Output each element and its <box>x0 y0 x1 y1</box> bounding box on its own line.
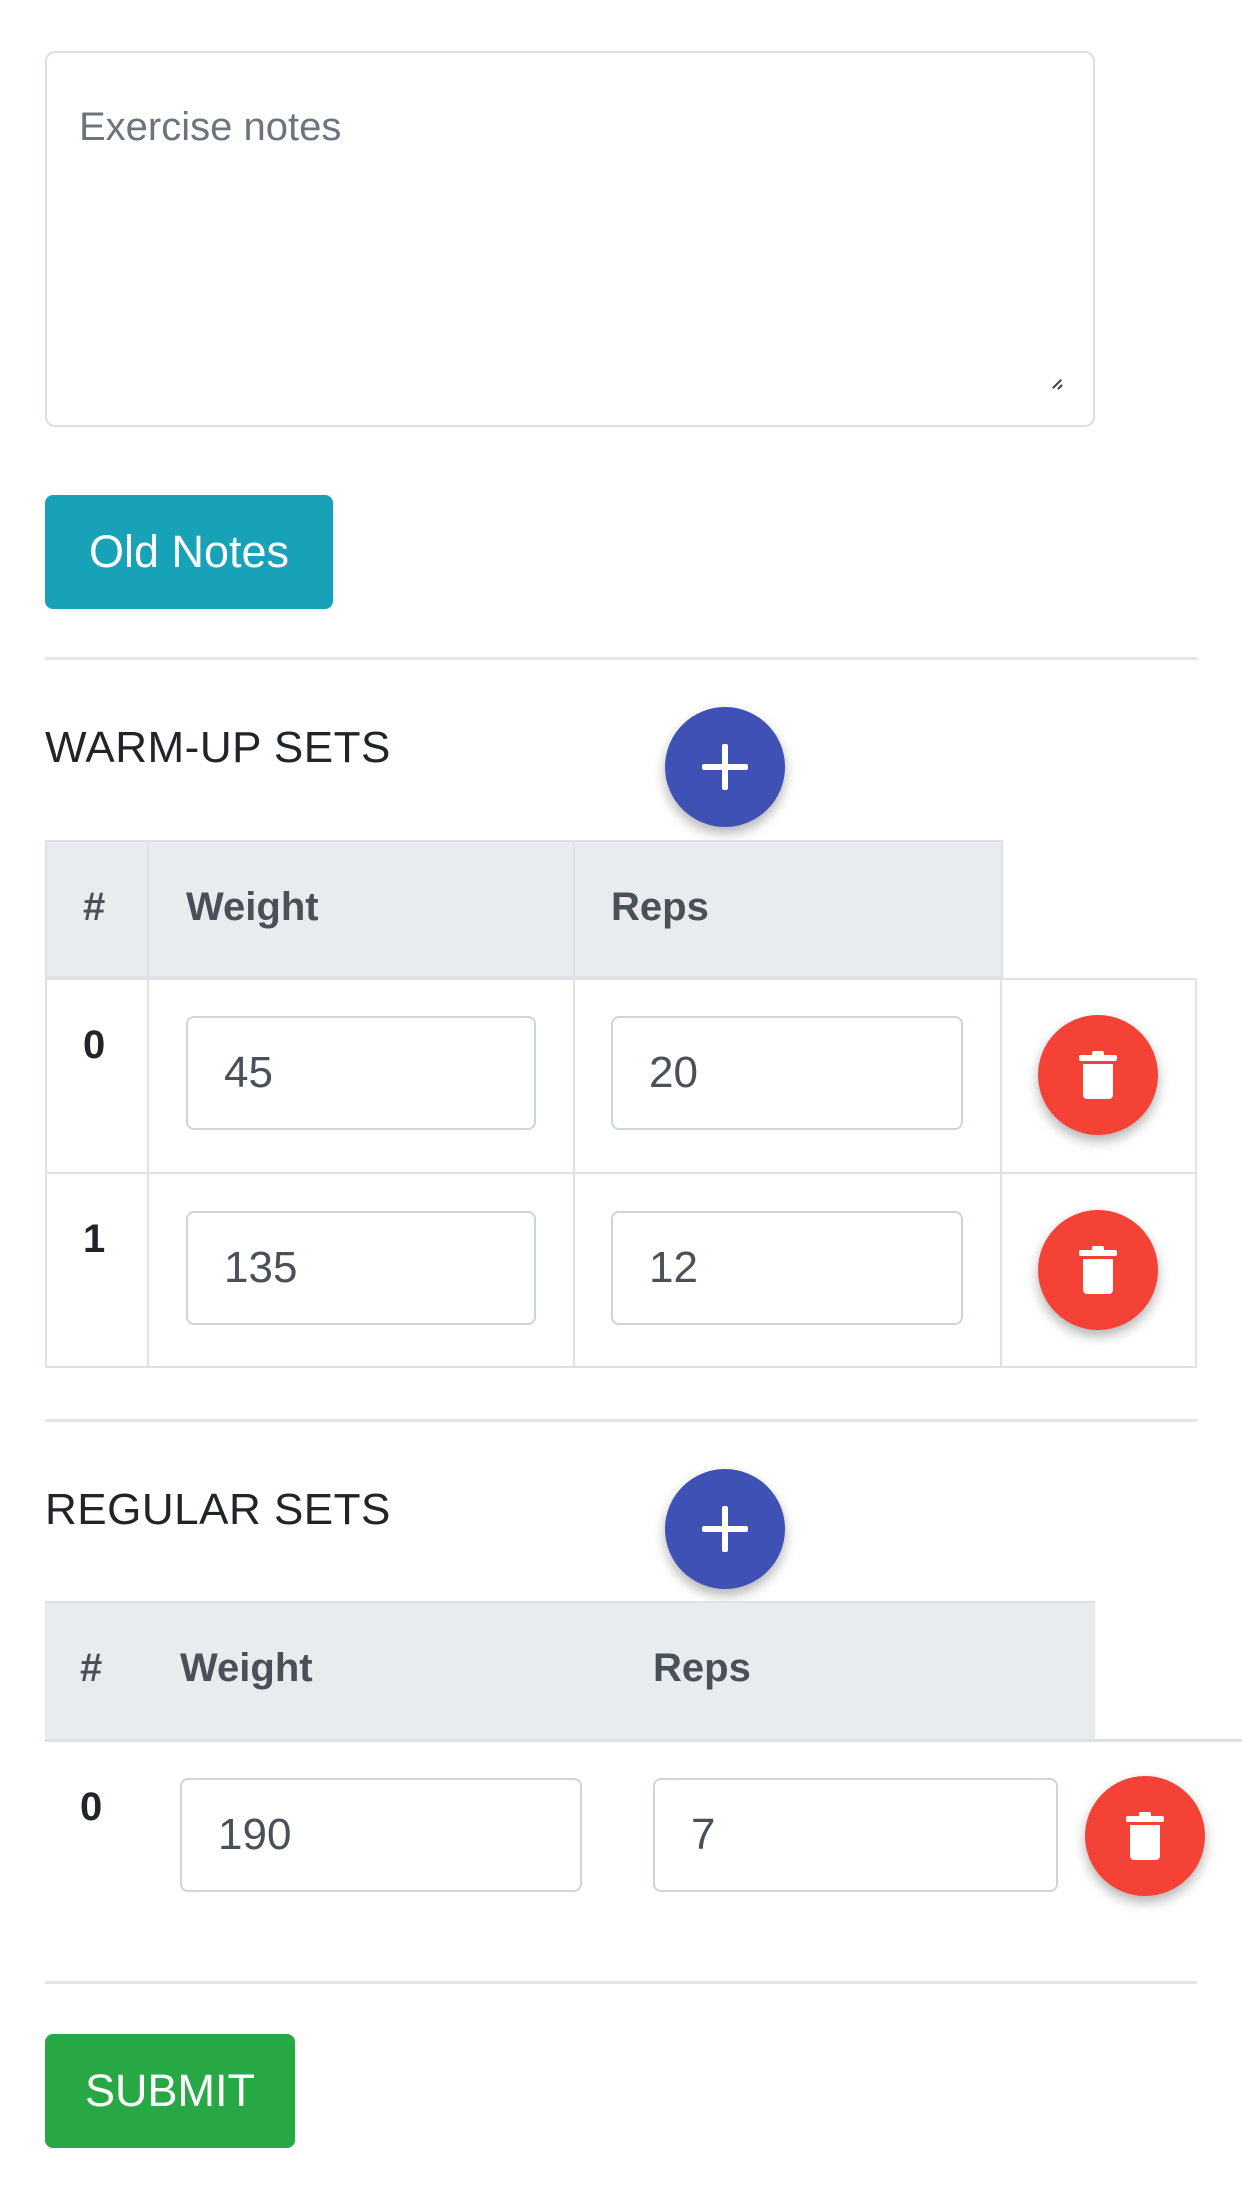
header-index: # <box>80 1646 103 1690</box>
old-notes-button[interactable]: Old Notes <box>45 495 333 609</box>
delete-set-button[interactable] <box>1085 1776 1205 1896</box>
header-weight: Weight <box>180 1646 313 1690</box>
submit-button[interactable]: SUBMIT <box>45 2034 295 2148</box>
divider <box>45 1981 1197 1984</box>
reps-input[interactable]: 7 <box>653 1778 1058 1892</box>
row-index: 0 <box>80 1785 103 1829</box>
divider <box>45 657 1197 660</box>
divider <box>45 1419 1197 1422</box>
plus-icon <box>702 1506 748 1552</box>
warmup-sets-title: WARM-UP SETS <box>45 723 391 772</box>
trash-icon <box>1079 1051 1117 1099</box>
weight-input[interactable]: 135 <box>186 1211 536 1325</box>
row-index: 1 <box>83 1217 106 1261</box>
exercise-notes-textarea[interactable]: Exercise notes <box>45 51 1095 427</box>
reps-input[interactable]: 20 <box>611 1016 963 1130</box>
notes-placeholder: Exercise notes <box>79 105 342 149</box>
header-weight: Weight <box>186 885 319 929</box>
weight-input[interactable]: 45 <box>186 1016 536 1130</box>
delete-set-button[interactable] <box>1038 1015 1158 1135</box>
weight-input[interactable]: 190 <box>180 1778 582 1892</box>
regular-sets-title: REGULAR SETS <box>45 1485 391 1534</box>
trash-icon <box>1126 1812 1164 1860</box>
header-index: # <box>83 885 106 929</box>
add-regular-set-button[interactable] <box>665 1469 785 1589</box>
header-reps: Reps <box>653 1646 751 1690</box>
add-warmup-set-button[interactable] <box>665 707 785 827</box>
resize-handle-icon[interactable] <box>1051 377 1063 389</box>
row-index: 0 <box>83 1023 106 1067</box>
trash-icon <box>1079 1246 1117 1294</box>
delete-set-button[interactable] <box>1038 1210 1158 1330</box>
header-reps: Reps <box>611 885 709 929</box>
plus-icon <box>702 744 748 790</box>
reps-input[interactable]: 12 <box>611 1211 963 1325</box>
header-underline <box>45 1739 1242 1742</box>
